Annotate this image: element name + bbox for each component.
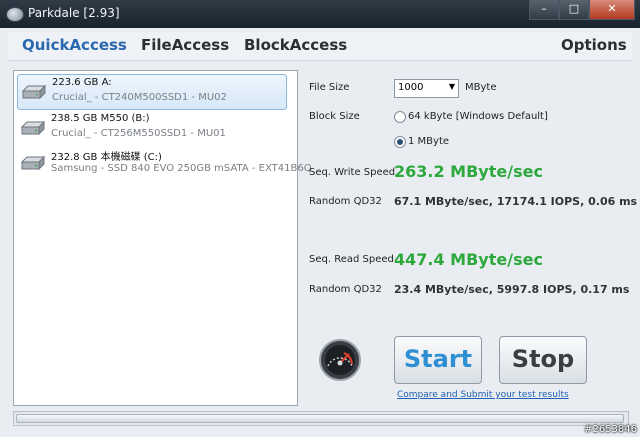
hard-drive-icon <box>22 84 46 99</box>
menu-blockaccess[interactable]: BlockAccess <box>244 36 347 54</box>
start-button[interactable]: Start <box>394 336 482 384</box>
seq-read-label: Seq. Read Speed <box>309 254 394 265</box>
submit-results-link[interactable]: Compare and Submit your test results <box>397 390 569 400</box>
random-write-value: 67.1 MByte/sec, 17174.1 IOPS, 0.06 ms <box>394 195 638 208</box>
caption-buttons: – □ ✕ <box>529 0 635 20</box>
block-1m-radio[interactable] <box>394 136 406 148</box>
drive-item[interactable]: 232.8 GB 本機磁碟 (C:) Samsung - SSD 840 EVO… <box>17 146 312 180</box>
block-64k-radio[interactable] <box>394 111 406 123</box>
close-button[interactable]: ✕ <box>589 0 635 20</box>
random-write-label: Random QD32 <box>309 196 382 207</box>
menu-options[interactable]: Options <box>561 36 627 54</box>
random-read-value: 23.4 MByte/sec, 5997.8 IOPS, 0.17 ms <box>394 283 630 296</box>
menu-fileaccess[interactable]: FileAccess <box>141 36 229 54</box>
speedometer-icon <box>318 338 362 382</box>
file-size-unit: MByte <box>465 82 497 93</box>
app-icon <box>6 7 24 22</box>
window-title: Parkdale [2.93] <box>28 6 120 20</box>
menu-quickaccess[interactable]: QuickAccess <box>22 36 127 54</box>
title-bar[interactable]: Parkdale [2.93] – □ ✕ <box>0 0 640 28</box>
drive-title: 238.5 GB M550 (B:) <box>51 113 150 124</box>
hard-drive-icon <box>21 120 45 135</box>
app-window: Parkdale [2.93] – □ ✕ QuickAccess FileAc… <box>0 0 640 437</box>
block-64k-label: 64 kByte [Windows Default] <box>408 111 548 122</box>
drive-title: 223.6 GB A: <box>52 77 112 88</box>
seq-write-value: 263.2 MByte/sec <box>394 162 543 181</box>
drive-item[interactable]: 238.5 GB M550 (B:) Crucial_ - CT256M550S… <box>17 111 285 145</box>
block-1m-label: 1 MByte <box>408 136 450 147</box>
seq-read-value: 447.4 MByte/sec <box>394 250 543 269</box>
file-size-label: File Size <box>309 82 350 93</box>
seq-write-label: Seq. Write Speed <box>309 167 396 178</box>
hard-drive-icon <box>21 155 45 170</box>
watermark: #2653846 <box>584 424 637 435</box>
file-size-value: 1000 <box>398 82 424 93</box>
stop-button[interactable]: Stop <box>499 336 587 384</box>
minimize-button[interactable]: – <box>529 0 559 20</box>
random-read-label: Random QD32 <box>309 284 382 295</box>
drive-model: Crucial_ - CT256M550SSD1 - MU01 <box>51 128 226 139</box>
drive-model: Crucial_ - CT240M500SSD1 - MU02 <box>52 92 227 103</box>
drive-item[interactable]: 223.6 GB A: Crucial_ - CT240M500SSD1 - M… <box>17 74 287 110</box>
menu-bar: QuickAccess FileAccess BlockAccess Optio… <box>8 32 632 61</box>
drive-title: 232.8 GB 本機磁碟 (C:) <box>51 152 162 163</box>
chevron-down-icon: ▼ <box>448 82 455 91</box>
block-size-label: Block Size <box>309 111 360 122</box>
scrollbar-thumb[interactable] <box>16 414 624 423</box>
drive-model: Samsung - SSD 840 EVO 250GB mSATA - EXT4… <box>51 163 312 174</box>
file-size-select[interactable]: 1000 ▼ <box>394 79 459 98</box>
maximize-button[interactable]: □ <box>559 0 589 20</box>
drive-list[interactable]: 223.6 GB A: Crucial_ - CT240M500SSD1 - M… <box>13 70 312 406</box>
horizontal-scrollbar[interactable] <box>13 411 629 426</box>
